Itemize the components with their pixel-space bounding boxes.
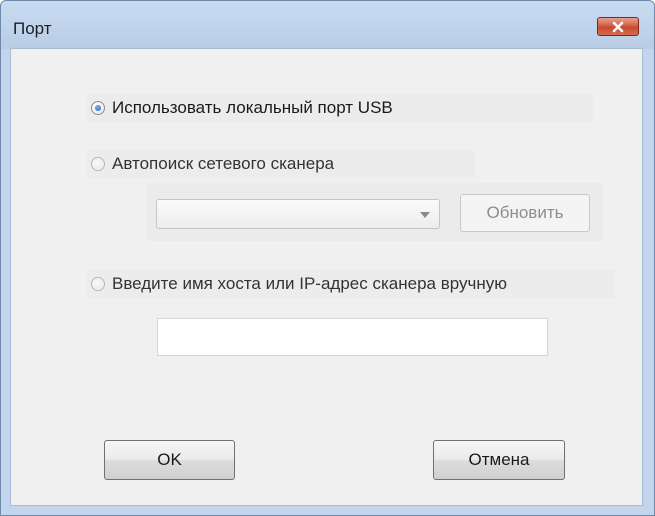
auto-search-radio[interactable]: [91, 157, 105, 171]
manual-host-option-label: Введите имя хоста или IP-адрес сканера в…: [112, 274, 507, 293]
auto-search-option[interactable]: Автопоиск сетевого сканера: [87, 150, 475, 178]
refresh-button[interactable]: Обновить: [460, 194, 590, 232]
scanner-select[interactable]: [156, 199, 440, 229]
close-icon: [612, 21, 624, 32]
title-bar[interactable]: Порт: [1, 1, 654, 49]
usb-option[interactable]: Использовать локальный порт USB: [87, 94, 593, 122]
cancel-button[interactable]: Отмена: [433, 440, 565, 480]
window-title: Порт: [13, 19, 52, 38]
host-address-input[interactable]: [157, 318, 548, 356]
usb-option-label: Использовать локальный порт USB: [112, 98, 393, 117]
usb-radio[interactable]: [91, 101, 105, 115]
manual-host-option[interactable]: Введите имя хоста или IP-адрес сканера в…: [87, 270, 614, 298]
manual-host-radio[interactable]: [91, 277, 105, 291]
ok-button[interactable]: OK: [104, 440, 235, 480]
chevron-down-icon: [420, 212, 430, 218]
close-button[interactable]: [597, 17, 639, 36]
auto-search-option-label: Автопоиск сетевого сканера: [112, 154, 335, 173]
